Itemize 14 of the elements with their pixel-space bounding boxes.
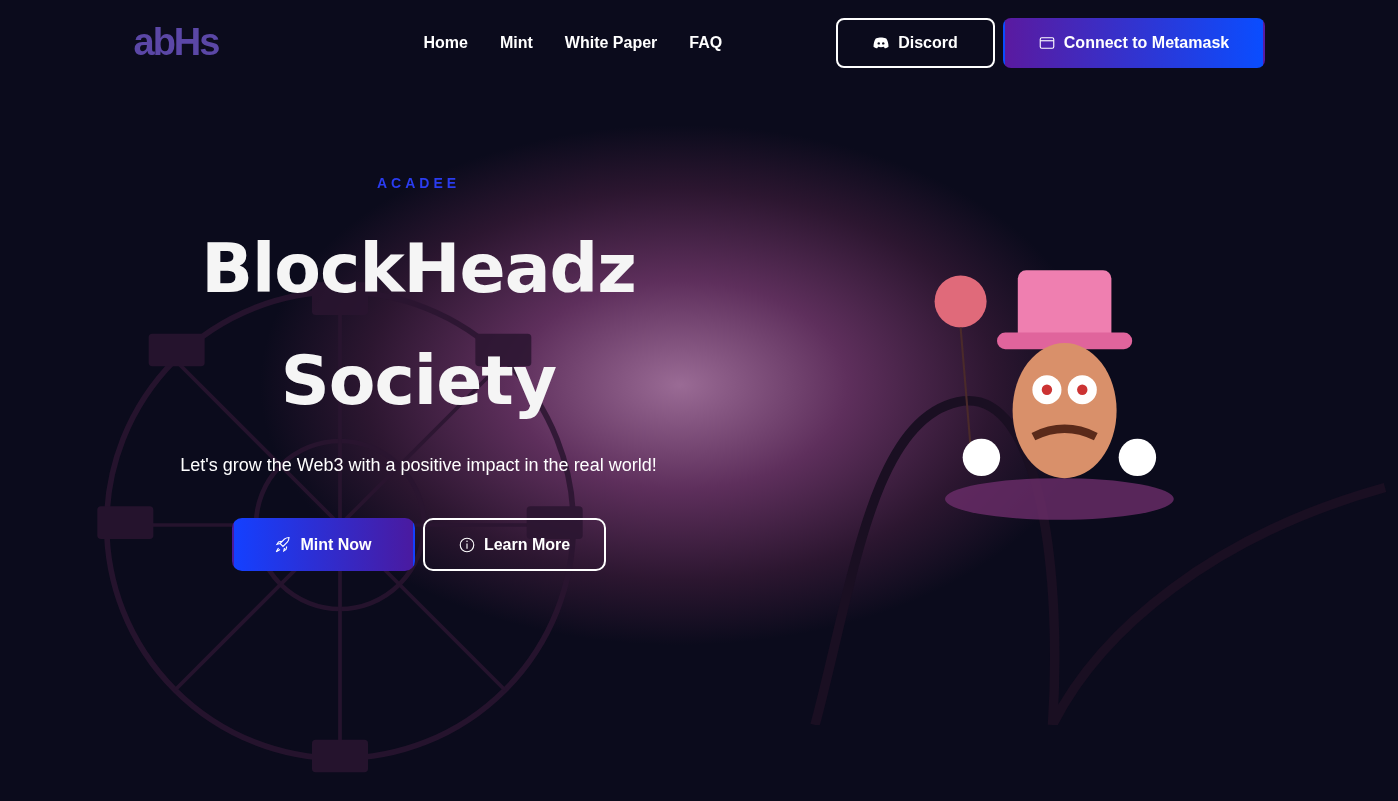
hero-subtitle: Let's grow the Web3 with a positive impact in the real world!	[180, 455, 657, 476]
info-icon	[457, 535, 476, 554]
nav-link[interactable]: Mint	[499, 33, 533, 52]
mint-now-button[interactable]: Mint Now	[231, 518, 415, 571]
eyebrow-text: ACADEE	[376, 175, 461, 191]
nav-link[interactable]: FAQ	[689, 33, 723, 52]
discord-button[interactable]: Discord	[835, 17, 995, 68]
nav-link[interactable]: White Paper	[564, 33, 658, 52]
rocket-icon	[274, 535, 293, 554]
hero-title: BlockHeadz	[201, 228, 636, 310]
nav-link[interactable]: Home	[423, 33, 468, 52]
learn-more-button[interactable]: Learn More	[422, 518, 606, 571]
hero-title: Society	[280, 340, 557, 422]
connect-wallet-button[interactable]: Connect to Metamask	[1002, 17, 1265, 68]
